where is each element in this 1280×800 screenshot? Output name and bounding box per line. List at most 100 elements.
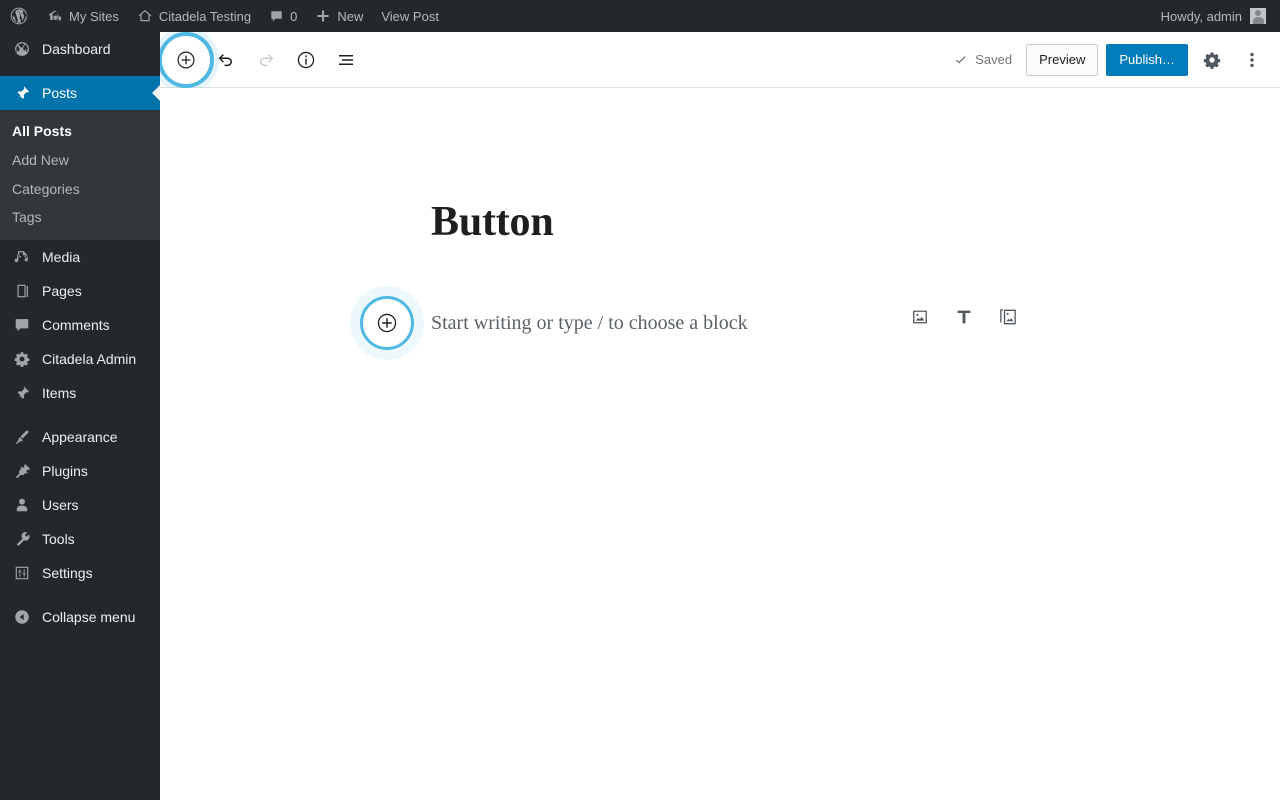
editor-header-toolbar: Saved Preview Publish… bbox=[160, 32, 1280, 88]
sidebar-item-pages[interactable]: Pages bbox=[0, 274, 160, 308]
pages-book-icon bbox=[12, 282, 32, 300]
list-view-button[interactable] bbox=[328, 42, 364, 78]
sidebar-divider bbox=[0, 590, 160, 600]
plus-circle-icon bbox=[374, 310, 400, 336]
insert-paragraph-block-button[interactable] bbox=[949, 302, 979, 332]
sidebar-submenu-posts: All Posts Add New Categories Tags bbox=[0, 110, 160, 240]
gear-icon bbox=[12, 350, 32, 368]
admin-bar-label: View Post bbox=[381, 10, 439, 23]
wrench-icon bbox=[12, 530, 32, 548]
admin-bar-item-view-post[interactable]: View Post bbox=[372, 0, 448, 32]
admin-bar-label: Citadela Testing bbox=[159, 10, 251, 23]
home-icon bbox=[137, 8, 153, 24]
sidebar-item-media[interactable]: Media bbox=[0, 240, 160, 274]
admin-bar-item-site-name[interactable]: Citadela Testing bbox=[128, 0, 260, 32]
sidebar-subitem-add-new[interactable]: Add New bbox=[0, 146, 160, 175]
sidebar-item-tools[interactable]: Tools bbox=[0, 522, 160, 556]
canvas-inserter-slot bbox=[360, 296, 414, 350]
user-icon bbox=[12, 496, 32, 514]
sidebar-subitem-tags[interactable]: Tags bbox=[0, 203, 160, 232]
pushpin-icon bbox=[12, 384, 32, 402]
sidebar-item-dashboard[interactable]: Dashboard bbox=[0, 32, 160, 66]
insert-gallery-block-button[interactable] bbox=[993, 302, 1023, 332]
sidebar-item-label: Settings bbox=[42, 566, 93, 580]
avatar bbox=[1250, 8, 1266, 24]
sidebar-item-label: Comments bbox=[42, 318, 110, 332]
sidebar-item-label: Users bbox=[42, 498, 79, 512]
sidebar-item-items[interactable]: Items bbox=[0, 376, 160, 410]
gear-icon bbox=[1202, 50, 1222, 70]
image-block-icon bbox=[909, 306, 931, 328]
more-options-button[interactable] bbox=[1236, 44, 1268, 76]
sidebar-item-label: Media bbox=[42, 250, 80, 264]
inserter-slot bbox=[168, 42, 204, 78]
block-placeholder-text[interactable]: Start writing or type / to choose a bloc… bbox=[431, 309, 748, 337]
collapse-arrow-left-icon bbox=[12, 608, 32, 626]
admin-sidebar: Dashboard Posts All Posts Add New Catego… bbox=[0, 32, 160, 800]
saved-status: Saved bbox=[947, 52, 1018, 68]
quick-insert-buttons bbox=[905, 302, 1023, 332]
admin-bar-label: My Sites bbox=[69, 10, 119, 23]
publish-button[interactable]: Publish… bbox=[1106, 44, 1188, 76]
sidebar-item-label: Citadela Admin bbox=[42, 352, 136, 366]
settings-sidebar-button[interactable] bbox=[1196, 44, 1228, 76]
plug-icon bbox=[12, 462, 32, 480]
editor-canvas: Button Start writing or type / to choose… bbox=[160, 88, 1280, 800]
sidebar-item-comments[interactable]: Comments bbox=[0, 308, 160, 342]
block-editor: Saved Preview Publish… bbox=[160, 32, 1280, 800]
admin-bar-label: New bbox=[337, 10, 363, 23]
gallery-block-icon bbox=[997, 306, 1019, 328]
sidebar-item-label: Items bbox=[42, 386, 76, 400]
add-block-button[interactable] bbox=[168, 42, 204, 78]
media-music-icon bbox=[12, 248, 32, 266]
plus-icon bbox=[315, 8, 331, 24]
dashboard-gauge-icon bbox=[12, 40, 32, 58]
redo-button[interactable] bbox=[248, 42, 284, 78]
more-vertical-dots-icon bbox=[1242, 50, 1262, 70]
editor-toolbar-left bbox=[168, 42, 364, 78]
sidebar-item-label: Posts bbox=[42, 86, 77, 100]
check-icon bbox=[953, 52, 969, 68]
admin-bar-item-comments[interactable]: 0 bbox=[260, 0, 306, 32]
sidebar-item-users[interactable]: Users bbox=[0, 488, 160, 522]
admin-bar-item-new[interactable]: New bbox=[306, 0, 372, 32]
sidebar-item-label: Collapse menu bbox=[42, 610, 135, 624]
admin-bar-item-my-sites[interactable]: My Sites bbox=[38, 0, 128, 32]
sidebar-item-label: Plugins bbox=[42, 464, 88, 478]
preview-button[interactable]: Preview bbox=[1026, 44, 1098, 76]
details-button[interactable] bbox=[288, 42, 324, 78]
sidebar-divider bbox=[0, 66, 160, 76]
post-title[interactable]: Button bbox=[431, 198, 1041, 246]
sidebar-subitem-all-posts[interactable]: All Posts bbox=[0, 117, 160, 146]
list-view-icon bbox=[334, 48, 358, 72]
howdy-label: Howdy, admin bbox=[1161, 9, 1242, 24]
redo-arrow-icon bbox=[254, 48, 278, 72]
sidebar-item-label: Pages bbox=[42, 284, 82, 298]
sliders-icon bbox=[12, 564, 32, 582]
undo-button[interactable] bbox=[208, 42, 244, 78]
paintbrush-icon bbox=[12, 428, 32, 446]
comment-bubble-icon bbox=[269, 9, 284, 24]
plus-circle-icon bbox=[174, 48, 198, 72]
undo-arrow-icon bbox=[214, 48, 238, 72]
sidebar-item-plugins[interactable]: Plugins bbox=[0, 454, 160, 488]
sidebar-subitem-categories[interactable]: Categories bbox=[0, 175, 160, 204]
paragraph-text-icon bbox=[953, 306, 975, 328]
pushpin-icon bbox=[12, 84, 32, 102]
sidebar-item-posts[interactable]: Posts bbox=[0, 76, 160, 110]
canvas-add-block-button[interactable] bbox=[360, 296, 414, 350]
sidebar-item-collapse-menu[interactable]: Collapse menu bbox=[0, 600, 160, 634]
sidebar-item-label: Dashboard bbox=[42, 42, 111, 56]
sidebar-item-settings[interactable]: Settings bbox=[0, 556, 160, 590]
wordpress-logo-menu[interactable] bbox=[0, 0, 38, 32]
comment-count: 0 bbox=[290, 10, 297, 23]
editor-toolbar-right: Saved Preview Publish… bbox=[947, 44, 1268, 76]
sidebar-item-citadela-admin[interactable]: Citadela Admin bbox=[0, 342, 160, 376]
wordpress-logo-icon bbox=[9, 6, 29, 26]
account-menu[interactable]: Howdy, admin bbox=[1157, 8, 1270, 24]
admin-bar-right-group: Howdy, admin bbox=[1157, 0, 1280, 32]
insert-image-block-button[interactable] bbox=[905, 302, 935, 332]
sidebar-item-label: Tools bbox=[42, 532, 75, 546]
sidebar-item-appearance[interactable]: Appearance bbox=[0, 420, 160, 454]
comment-bubble-icon bbox=[12, 316, 32, 334]
